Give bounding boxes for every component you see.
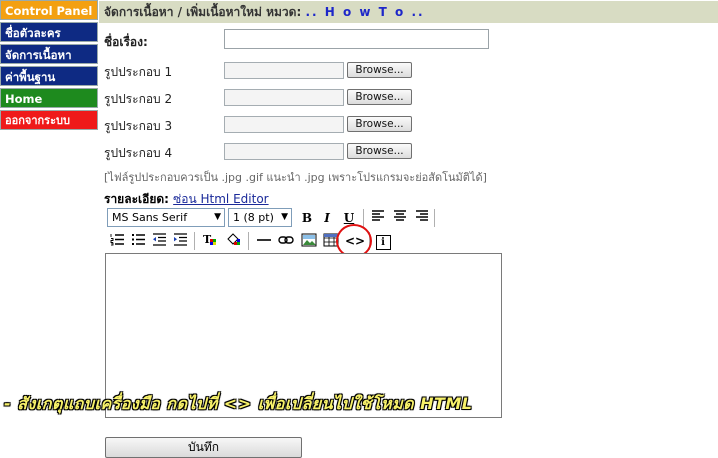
bold-button[interactable]: B [299, 210, 315, 226]
align-left-button[interactable] [370, 210, 386, 226]
image-4-path-field[interactable] [224, 143, 344, 160]
about-button[interactable]: i [375, 233, 391, 250]
image-2-path-field[interactable] [224, 89, 344, 106]
image-4-browse-button[interactable]: Browse... [347, 143, 412, 159]
image-3-path-field[interactable] [224, 116, 344, 133]
insert-link-button[interactable] [278, 233, 294, 249]
detail-label: รายละเอียด: [104, 192, 169, 206]
align-center-icon [394, 210, 406, 221]
font-select[interactable]: MS Sans Serif ▼ [107, 208, 225, 227]
toolbar-divider [434, 209, 435, 227]
sidebar-item-home[interactable]: Home [0, 88, 98, 108]
image-1-label: รูปประกอบ 1 [104, 65, 173, 79]
category-name: .. H o w T o .. [305, 5, 425, 19]
info-icon: i [375, 235, 391, 250]
background-color-button[interactable] [225, 233, 241, 249]
chevron-down-icon: ▼ [214, 212, 221, 222]
font-select-value: MS Sans Serif [112, 211, 188, 224]
page-title: จัดการเนื้อหา / เพิ่มเนื้อหาใหม่ หมวด: [104, 5, 302, 19]
image-3-browse-button[interactable]: Browse... [347, 116, 412, 132]
ordered-list-button[interactable] [109, 233, 125, 249]
image-2-label: รูปประกอบ 2 [104, 92, 173, 106]
horizontal-rule-icon [257, 239, 271, 241]
toolbar-divider [363, 209, 364, 227]
indent-icon [173, 233, 187, 246]
text-color-button[interactable]: T [202, 233, 218, 249]
font-size-select-value: 1 (8 pt) [233, 211, 274, 224]
font-size-select[interactable]: 1 (8 pt) ▼ [228, 208, 292, 227]
image-1-path-field[interactable] [224, 62, 344, 79]
toolbar-divider [194, 232, 195, 250]
insert-image-button[interactable] [301, 233, 317, 249]
tutorial-annotation: - สังเกตุแถบเครื่องมือ กดไปที่ <> เพื่อเ… [4, 394, 473, 413]
outdent-button[interactable] [151, 233, 167, 249]
paint-bucket-icon [227, 233, 240, 245]
align-left-icon [372, 210, 384, 221]
image-1-browse-button[interactable]: Browse... [347, 62, 412, 78]
sidebar-item-control-panel[interactable]: Control Panel [0, 0, 98, 20]
page-header: จัดการเนื้อหา / เพิ่มเนื้อหาใหม่ หมวด: .… [99, 1, 718, 23]
image-2-browse-button[interactable]: Browse... [347, 89, 412, 105]
hide-html-editor-link[interactable]: ซ่อน Html Editor [173, 192, 268, 206]
sidebar-item-logout[interactable]: ออกจากระบบ [0, 110, 98, 130]
image-icon [301, 233, 317, 247]
image-3-label: รูปประกอบ 3 [104, 119, 173, 133]
chevron-down-icon: ▼ [281, 212, 288, 222]
sidebar-item-characters[interactable]: ชื่อตัวละคร [0, 22, 98, 42]
sidebar-item-manage-content[interactable]: จัดการเนื้อหา [0, 44, 98, 64]
image-4-label: รูปประกอบ 4 [104, 146, 173, 160]
title-input[interactable] [224, 29, 489, 49]
align-center-button[interactable] [392, 210, 408, 226]
save-button[interactable]: บันทึก [105, 437, 302, 458]
bullet-list-icon [131, 234, 145, 245]
outdent-icon [152, 233, 166, 246]
numbered-list-icon [110, 234, 124, 246]
image-format-note: [ไฟล์รูปประกอบควรเป็น .jpg .gif แนะนำ .j… [104, 171, 487, 184]
link-icon [278, 236, 294, 244]
toolbar-divider [248, 232, 249, 250]
title-label: ชื่อเรื่อง: [104, 35, 148, 49]
italic-button[interactable]: I [319, 210, 335, 226]
sidebar: Control Panel ชื่อตัวละคร จัดการเนื้อหา … [0, 0, 98, 132]
align-right-button[interactable] [414, 210, 430, 226]
text-color-icon: T [203, 233, 216, 246]
align-right-icon [416, 210, 428, 221]
sidebar-item-settings[interactable]: ค่าพื้นฐาน [0, 66, 98, 86]
horizontal-rule-button[interactable] [256, 233, 272, 249]
indent-button[interactable] [172, 233, 188, 249]
editor-toolbar: MS Sans Serif ▼ 1 (8 pt) ▼ B I U T <> i [104, 206, 436, 250]
bullet-list-button[interactable] [130, 233, 146, 249]
